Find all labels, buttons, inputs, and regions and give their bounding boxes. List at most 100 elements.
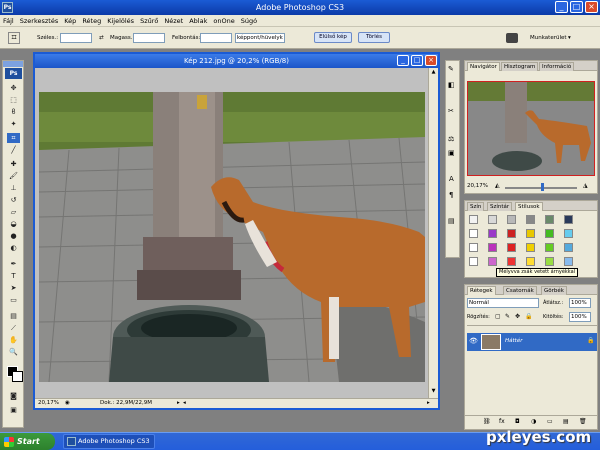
eraser-tool-icon[interactable]: ▱ — [7, 207, 20, 217]
menu-select[interactable]: Kijelölés — [104, 15, 137, 27]
quick-mask-icon[interactable]: ◙ — [7, 391, 20, 401]
path-selection-tool-icon[interactable]: ➤ — [7, 283, 20, 293]
vertical-scrollbar[interactable]: ▲ ▼ — [428, 68, 438, 398]
maximize-icon[interactable]: □ — [570, 1, 583, 13]
swap-icon[interactable]: ⇄ — [99, 33, 104, 43]
style-swatch[interactable] — [488, 229, 497, 238]
resolution-input[interactable] — [200, 33, 232, 43]
taskbar-photoshop[interactable]: Adobe Photoshop CS3 — [63, 434, 155, 449]
hand-tool-icon[interactable]: ✋ — [7, 335, 20, 345]
zoom-in-icon[interactable]: ◮ — [583, 182, 588, 189]
minimize-icon[interactable]: _ — [555, 1, 568, 13]
menu-layer[interactable]: Réteg — [79, 15, 104, 27]
layer-row[interactable]: 👁 Háttér 🔒 — [467, 333, 597, 351]
zoom-slider-thumb[interactable] — [541, 183, 544, 191]
style-swatch[interactable] — [469, 243, 478, 252]
style-swatch[interactable] — [526, 243, 535, 252]
paint-bucket-tool-icon[interactable]: ◒ — [7, 219, 20, 229]
style-swatch[interactable] — [564, 257, 573, 266]
workspace-button[interactable]: Munkaterület — [530, 33, 567, 43]
background-color-swatch[interactable] — [12, 371, 23, 382]
canvas-area[interactable] — [35, 68, 428, 398]
lock-position-icon[interactable]: ✥ — [515, 313, 520, 320]
status-menu-icon[interactable]: ◉ — [65, 399, 70, 408]
style-swatch[interactable] — [469, 215, 478, 224]
menu-file[interactable]: Fájl — [0, 15, 17, 27]
pen-tool-icon[interactable]: ✒ — [7, 259, 20, 269]
layer-comps-icon[interactable]: ▤ — [448, 217, 455, 225]
fill-input[interactable]: 100% — [569, 312, 591, 322]
style-swatch[interactable] — [564, 215, 573, 224]
scroll-down-icon[interactable]: ▼ — [430, 388, 437, 395]
blend-mode-select[interactable]: Normál — [467, 298, 539, 308]
menu-edit[interactable]: Szerkesztés — [17, 15, 61, 27]
magic-wand-tool-icon[interactable]: ✦ — [7, 119, 20, 129]
style-swatch[interactable] — [469, 229, 478, 238]
history-brush-tool-icon[interactable]: ↺ — [7, 195, 20, 205]
clear-button[interactable]: Törlés — [358, 32, 390, 43]
style-swatch[interactable] — [526, 215, 535, 224]
character-panel-icon[interactable]: A — [449, 175, 454, 183]
zoom-out-icon[interactable]: ◭ — [495, 182, 500, 189]
doc-close-icon[interactable]: × — [425, 55, 437, 66]
menu-window[interactable]: Ablak — [186, 15, 210, 27]
style-swatch[interactable] — [526, 257, 535, 266]
style-swatch[interactable] — [545, 215, 554, 224]
navigator-thumbnail[interactable] — [467, 81, 595, 176]
photo-canvas[interactable] — [39, 92, 425, 382]
actions-panel-icon[interactable]: ⚖ — [448, 135, 454, 143]
history-panel-icon[interactable]: ✂ — [448, 107, 454, 115]
zoom-tool-icon[interactable]: 🔍 — [7, 347, 20, 357]
document-title[interactable]: Kép 212.jpg @ 20,2% (RGB/8) — [35, 54, 438, 68]
tab-histogram[interactable]: Hisztogram — [501, 62, 539, 71]
brush-tool-icon[interactable]: 🖌 — [7, 171, 20, 181]
width-input[interactable] — [60, 33, 92, 43]
lasso-tool-icon[interactable]: ϐ — [7, 107, 20, 117]
opacity-input[interactable]: 100% — [569, 298, 591, 308]
tab-curves[interactable]: Görbék — [541, 286, 567, 295]
adjustment-layer-icon[interactable]: ◑ — [531, 418, 536, 425]
visibility-eye-icon[interactable]: 👁 — [469, 337, 478, 345]
new-group-icon[interactable]: ▭ — [547, 418, 553, 425]
lock-transparency-icon[interactable]: ▢ — [495, 313, 501, 320]
adjust-panel-icon[interactable]: ▣ — [448, 149, 455, 157]
tab-styles[interactable]: Stílusok — [515, 202, 543, 211]
healing-brush-tool-icon[interactable]: ✚ — [7, 159, 20, 169]
style-swatch[interactable] — [507, 257, 516, 266]
menu-image[interactable]: Kép — [61, 15, 79, 27]
status-arrow-icon[interactable]: ▸ — [177, 399, 180, 408]
screen-mode-icon[interactable]: ▣ — [7, 405, 20, 415]
tab-layers[interactable]: Rétegek — [467, 286, 496, 295]
style-swatch[interactable] — [564, 243, 573, 252]
style-swatch[interactable] — [488, 243, 497, 252]
delete-layer-icon[interactable]: 🗑 — [579, 418, 587, 425]
doc-maximize-icon[interactable]: □ — [411, 55, 423, 66]
lock-pixels-icon[interactable]: ✎ — [505, 313, 510, 320]
layer-style-icon[interactable]: fx — [499, 418, 505, 425]
crop-tool-icon[interactable]: ⌗ — [8, 32, 20, 44]
zoom-value[interactable]: 20,17% — [38, 399, 59, 408]
new-layer-icon[interactable]: ▤ — [563, 418, 569, 425]
tab-channels[interactable]: Csatornák — [503, 286, 537, 295]
chevron-down-icon[interactable]: ▾ — [568, 33, 571, 43]
tab-color[interactable]: Szín — [467, 202, 485, 211]
style-swatch[interactable] — [488, 257, 497, 266]
type-tool-icon[interactable]: T — [7, 271, 20, 281]
close-icon[interactable]: × — [585, 1, 598, 13]
menu-onone[interactable]: onOne — [210, 15, 237, 27]
blur-tool-icon[interactable]: ● — [7, 231, 20, 241]
paragraph-panel-icon[interactable]: ¶ — [449, 191, 453, 199]
style-swatch[interactable] — [507, 215, 516, 224]
move-tool-icon[interactable]: ✥ — [7, 83, 20, 93]
dodge-tool-icon[interactable]: ◐ — [7, 243, 20, 253]
lock-all-icon[interactable]: 🔒 — [525, 313, 532, 320]
menu-help[interactable]: Súgó — [238, 15, 260, 27]
style-swatch[interactable] — [564, 229, 573, 238]
shape-tool-icon[interactable]: ▭ — [7, 295, 20, 305]
style-swatch[interactable] — [488, 215, 497, 224]
style-swatch[interactable] — [507, 243, 516, 252]
tab-navigator[interactable]: Navigátor — [467, 62, 500, 71]
scroll-right-icon[interactable]: ▸ — [427, 399, 430, 408]
eyedropper-tool-icon[interactable]: ╱ — [7, 145, 20, 155]
link-layers-icon[interactable]: ⛓ — [483, 418, 491, 425]
